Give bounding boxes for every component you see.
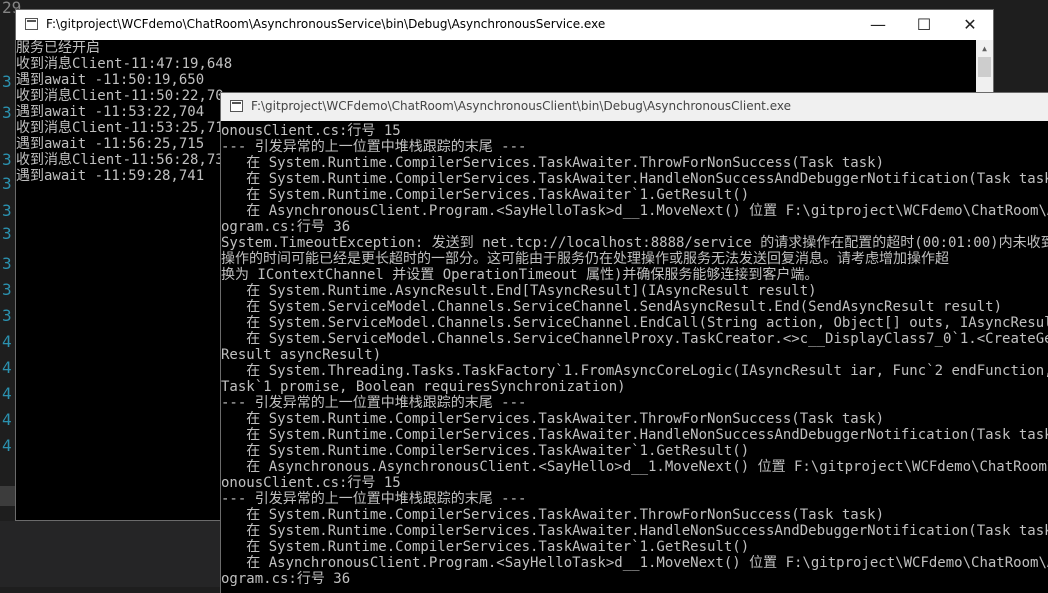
console-line: --- 引发异常的上一位置中堆栈跟踪的末尾 ---	[221, 395, 527, 411]
console-line: 在 Asynchronous.AsynchronousClient.<SayHe…	[221, 459, 1048, 475]
client-console-output: onousClient.cs:行号 15 --- 引发异常的上一位置中堆栈跟踪的末…	[221, 123, 1048, 593]
console-line: 收到消息Client-11:47:19,648	[16, 56, 233, 72]
console-line: --- 引发异常的上一位置中堆栈跟踪的末尾 ---	[221, 491, 527, 507]
scroll-up-arrow-icon[interactable]: ▲	[976, 40, 993, 57]
console-line: 在 System.Runtime.CompilerServices.TaskAw…	[221, 171, 1048, 187]
console-line: 在 System.ServiceModel.Channels.ServiceCh…	[221, 331, 1048, 347]
console-line: 在 AsynchronousClient.Program.<SayHelloTa…	[221, 555, 1048, 571]
console-line: Result asyncResult)	[221, 347, 382, 363]
console-line: 在 System.Runtime.CompilerServices.TaskAw…	[221, 155, 885, 171]
console-app-icon	[230, 100, 243, 112]
console-line: 在 System.Runtime.CompilerServices.TaskAw…	[221, 187, 750, 203]
line-number: 3	[2, 201, 12, 220]
console-line: onousClient.cs:行号 15	[221, 123, 401, 139]
service-window-titlebar[interactable]: F:\gitproject\WCFdemo\ChatRoom\Asynchron…	[16, 10, 993, 40]
console-line: 服务已经开启	[16, 40, 100, 56]
console-line: System.TimeoutException: 发送到 net.tcp://l…	[221, 235, 1048, 251]
line-number: 4	[2, 436, 12, 455]
console-line: ogram.cs:行号 36	[221, 219, 351, 235]
service-window-title: F:\gitproject\WCFdemo\ChatRoom\Asynchron…	[46, 17, 606, 31]
line-number: 4	[2, 384, 12, 403]
console-app-icon	[25, 18, 38, 30]
console-line: 在 AsynchronousClient.Program.<SayHelloTa…	[221, 203, 1048, 219]
line-number: 3	[2, 224, 12, 243]
console-line: 操作的时间可能已经是更长超时的一部分。这可能由于服务仍在处理操作或服务无法发送回…	[221, 251, 949, 267]
console-line: Task`1 promise, Boolean requiresSynchron…	[221, 379, 626, 395]
client-window-title: F:\gitproject\WCFdemo\ChatRoom\Asynchron…	[251, 99, 791, 113]
line-number: 29	[2, 0, 22, 17]
console-line: 在 System.Runtime.CompilerServices.TaskAw…	[221, 539, 750, 555]
line-number: 4	[2, 332, 12, 351]
console-line: ogram.cs:行号 36	[221, 571, 351, 587]
line-number: 3	[2, 174, 12, 193]
console-line: 在 System.Runtime.CompilerServices.TaskAw…	[221, 523, 1048, 539]
console-line: 在 System.Runtime.CompilerServices.TaskAw…	[221, 507, 885, 523]
line-number: 4	[2, 410, 12, 429]
line-number: 4	[2, 358, 12, 377]
console-line: onousClient.cs:行号 15	[221, 475, 401, 491]
minimize-button[interactable]: —	[855, 10, 901, 40]
close-button[interactable]: ✕	[947, 10, 993, 40]
ide-output-panel	[0, 521, 222, 587]
console-line: 在 System.ServiceModel.Channels.ServiceCh…	[221, 315, 1048, 331]
console-line: 在 System.Runtime.AsyncResult.End[TAsyncR…	[221, 283, 817, 299]
console-line: 在 System.Runtime.CompilerServices.TaskAw…	[221, 427, 1048, 443]
line-number: 3	[2, 103, 12, 122]
console-line: --- 引发异常的上一位置中堆栈跟踪的末尾 ---	[221, 139, 527, 155]
line-number: 3	[2, 254, 12, 273]
line-number: 3	[2, 280, 12, 299]
maximize-button[interactable]: ☐	[901, 10, 947, 40]
line-number: 3	[2, 72, 12, 91]
console-line: 在 System.Threading.Tasks.TaskFactory`1.F…	[221, 363, 1048, 379]
client-window-titlebar[interactable]: F:\gitproject\WCFdemo\ChatRoom\Asynchron…	[221, 93, 1048, 121]
client-console-window[interactable]: F:\gitproject\WCFdemo\ChatRoom\Asynchron…	[221, 93, 1048, 593]
scrollbar-thumb[interactable]	[978, 57, 991, 77]
console-line: 在 System.ServiceModel.Channels.ServiceCh…	[221, 299, 1003, 315]
console-line: 遇到await -11:50:19,650	[16, 72, 205, 88]
console-line: 在 System.Runtime.CompilerServices.TaskAw…	[221, 443, 750, 459]
line-number: 3	[2, 150, 12, 169]
line-number: 3	[2, 306, 12, 325]
console-line: 在 System.Runtime.CompilerServices.TaskAw…	[221, 411, 885, 427]
console-line: 换为 IContextChannel 并设置 OperationTimeout …	[221, 267, 819, 283]
